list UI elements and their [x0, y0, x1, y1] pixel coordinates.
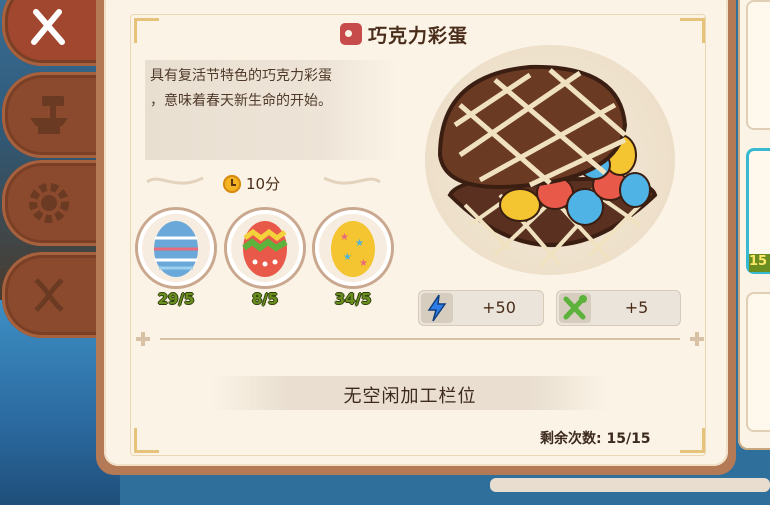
reward-icon-box — [421, 293, 453, 323]
lightning-icon — [427, 294, 447, 322]
anvil-icon — [30, 96, 68, 134]
fork-spoon-icon — [563, 295, 587, 320]
tab-genetics[interactable] — [2, 252, 102, 338]
recipe-description: 具有复活节特色的巧克力彩蛋 ，意味着春天新生命的开始。 — [150, 64, 395, 114]
tab-workshop[interactable] — [2, 160, 102, 246]
yellow-star-egg-icon: ★ ★ ★ ★ — [331, 221, 375, 277]
svg-text:★: ★ — [355, 238, 364, 249]
recipe-title-row: 巧克力彩蛋 — [340, 20, 468, 48]
red-green-egg-icon — [242, 221, 288, 277]
svg-text:★: ★ — [340, 232, 349, 243]
status-text: 无空闲加工栏位 — [343, 386, 477, 407]
ingredient-count: 34/5 — [334, 290, 372, 308]
tab-forge[interactable] — [2, 72, 102, 158]
recipe-title: 巧克力彩蛋 — [368, 24, 469, 47]
gear-icon — [29, 183, 69, 223]
ingredient-slot[interactable] — [138, 210, 214, 286]
svg-text:★: ★ — [359, 258, 368, 269]
divider-line — [160, 338, 680, 340]
section-divider — [136, 332, 704, 346]
reward-value: +5 — [624, 298, 649, 317]
reward-food: +5 — [556, 290, 681, 326]
plus-ornament-icon — [136, 332, 150, 346]
fork-knife-icon — [31, 9, 65, 45]
description-line: ，意味着春天新生命的开始。 — [150, 93, 332, 109]
swirl-ornament — [323, 176, 381, 185]
clock-icon — [223, 174, 241, 193]
dna-icon — [34, 278, 64, 312]
reward-value: +50 — [482, 298, 516, 317]
remaining-count: 剩余次数: 15/15 — [540, 431, 651, 447]
tab-cooking[interactable] — [2, 0, 102, 66]
tag-icon — [340, 23, 362, 45]
ingredient-slot[interactable] — [227, 210, 303, 286]
swirl-ornament — [146, 176, 204, 185]
card-count-badge: 15 — [749, 254, 770, 272]
bottom-strip — [490, 478, 770, 492]
ingredient-count: 29/5 — [157, 290, 195, 308]
corner-ornament — [680, 18, 705, 43]
corner-ornament — [134, 18, 159, 43]
svg-text:★: ★ — [343, 252, 352, 263]
plus-ornament-icon — [690, 332, 704, 346]
chocolate-egg-image — [437, 64, 658, 269]
description-line: 具有复活节特色的巧克力彩蛋 — [150, 68, 332, 84]
reward-icon-box — [559, 293, 591, 323]
corner-ornament — [680, 428, 705, 453]
recipe-card[interactable] — [746, 0, 770, 130]
ingredient-slot[interactable]: ★ ★ ★ ★ — [315, 210, 391, 286]
recipe-card[interactable] — [746, 292, 770, 432]
cook-time-value: 10分 — [246, 175, 281, 193]
corner-ornament — [134, 428, 159, 453]
blue-striped-egg-icon — [154, 221, 198, 277]
reward-energy: +50 — [418, 290, 544, 326]
ingredient-count: 8/5 — [251, 290, 279, 308]
cook-time: 10分 — [223, 173, 280, 194]
